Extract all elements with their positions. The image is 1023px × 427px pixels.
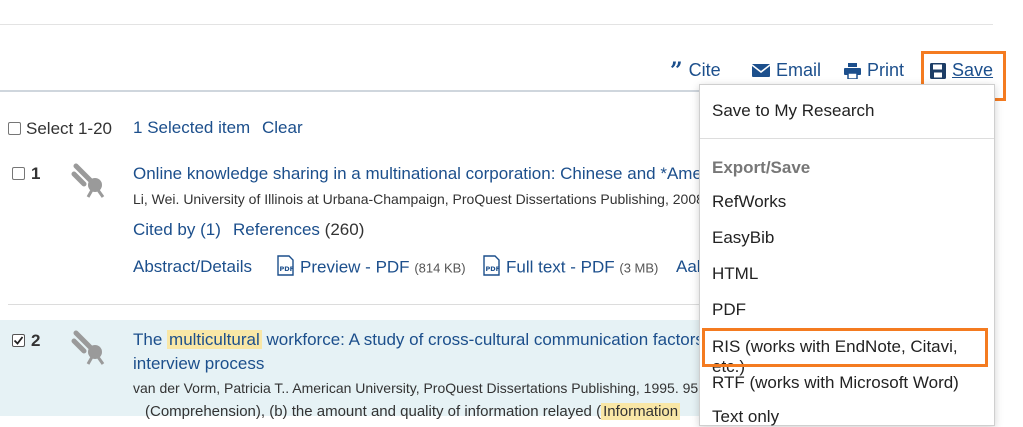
envelope-icon xyxy=(752,64,770,77)
search-term-highlight: Information xyxy=(601,403,681,420)
pdf-icon: PDF xyxy=(483,255,500,281)
ris-highlight-box xyxy=(702,328,988,367)
menu-item-easybib[interactable]: EasyBib xyxy=(712,228,774,248)
select-all-checkbox[interactable] xyxy=(8,122,21,135)
preview-pdf-link[interactable]: PDF Preview - PDF (814 KB) xyxy=(277,255,466,281)
menu-item-html[interactable]: HTML xyxy=(712,264,758,284)
search-term-highlight: multicultural xyxy=(167,330,262,349)
title-text: workforce: A study of cross-cultural com… xyxy=(266,330,699,349)
selected-count: 1 xyxy=(133,118,143,137)
result-snippet: (Comprehension), (b) the amount and qual… xyxy=(145,403,681,420)
result-title-link[interactable]: Online knowledge sharing in a multinatio… xyxy=(133,164,699,184)
result-checkbox-checked[interactable] xyxy=(12,334,25,347)
email-label: Email xyxy=(776,60,822,80)
result-citation: van der Vorm, Patricia T.. American Univ… xyxy=(133,380,699,396)
cite-button[interactable]: ” Cite xyxy=(670,57,721,84)
svg-text:PDF: PDF xyxy=(280,265,295,273)
references-count: (260) xyxy=(324,220,365,239)
clear-selection-link[interactable]: Clear xyxy=(262,118,303,138)
cited-by-count: (1) xyxy=(200,220,221,239)
top-divider xyxy=(0,24,993,25)
cited-by-link[interactable]: Cited by (1) xyxy=(133,220,221,240)
cite-label: Cite xyxy=(688,60,721,80)
abstract-details-link[interactable]: Abstract/Details xyxy=(133,257,252,277)
result-citation: Li, Wei. University of Illinois at Urban… xyxy=(133,191,699,207)
menu-divider xyxy=(700,138,994,139)
dissertation-award-icon xyxy=(70,327,110,370)
result-checkbox[interactable] xyxy=(12,167,25,180)
preview-size: (814 KB) xyxy=(414,260,466,276)
quote-icon: ” xyxy=(670,57,683,84)
menu-item-refworks[interactable]: RefWorks xyxy=(712,192,786,212)
references-label: References xyxy=(233,220,320,239)
full-text-pdf-link[interactable]: PDF Full text - PDF (3 MB) xyxy=(483,255,658,281)
print-button[interactable]: Print xyxy=(844,60,904,81)
dissertation-award-icon xyxy=(70,160,110,203)
select-all-label: Select 1-20 xyxy=(26,119,112,138)
menu-item-pdf[interactable]: PDF xyxy=(712,300,746,320)
print-label: Print xyxy=(867,60,905,80)
more-link-truncated[interactable]: Aal xyxy=(676,257,701,277)
preview-label: Preview - PDF xyxy=(300,257,410,277)
fulltext-size: (3 MB) xyxy=(619,260,659,276)
result-number: 1 xyxy=(31,164,41,183)
export-save-header: Export/Save xyxy=(712,158,811,177)
cited-by-label: Cited by xyxy=(133,220,196,239)
checkmark-icon xyxy=(13,336,24,345)
pdf-icon: PDF xyxy=(277,255,294,281)
selected-label: Selected item xyxy=(147,118,251,137)
snippet-text: (Comprehension), (b) the amount and qual… xyxy=(145,403,602,420)
fulltext-label: Full text - PDF xyxy=(506,257,615,277)
references-link[interactable]: References (260) xyxy=(233,220,364,240)
save-dropdown-menu: Save to My Research Export/Save RefWorks… xyxy=(699,84,995,426)
menu-item-text-only[interactable]: Text only xyxy=(712,407,779,427)
printer-icon xyxy=(844,62,861,79)
email-button[interactable]: Email xyxy=(752,60,821,81)
result-number: 2 xyxy=(31,331,41,350)
result-title-line2[interactable]: interview process xyxy=(133,354,264,374)
title-text: The xyxy=(133,330,163,349)
selected-items-link[interactable]: 1 Selected item xyxy=(133,118,250,138)
svg-text:PDF: PDF xyxy=(486,265,501,273)
result-title-link[interactable]: The multicultural workforce: A study of … xyxy=(133,330,699,350)
menu-item-save-to-my-research[interactable]: Save to My Research xyxy=(712,101,875,121)
result-divider xyxy=(8,304,708,305)
menu-item-rtf[interactable]: RTF (works with Microsoft Word) xyxy=(712,373,959,393)
